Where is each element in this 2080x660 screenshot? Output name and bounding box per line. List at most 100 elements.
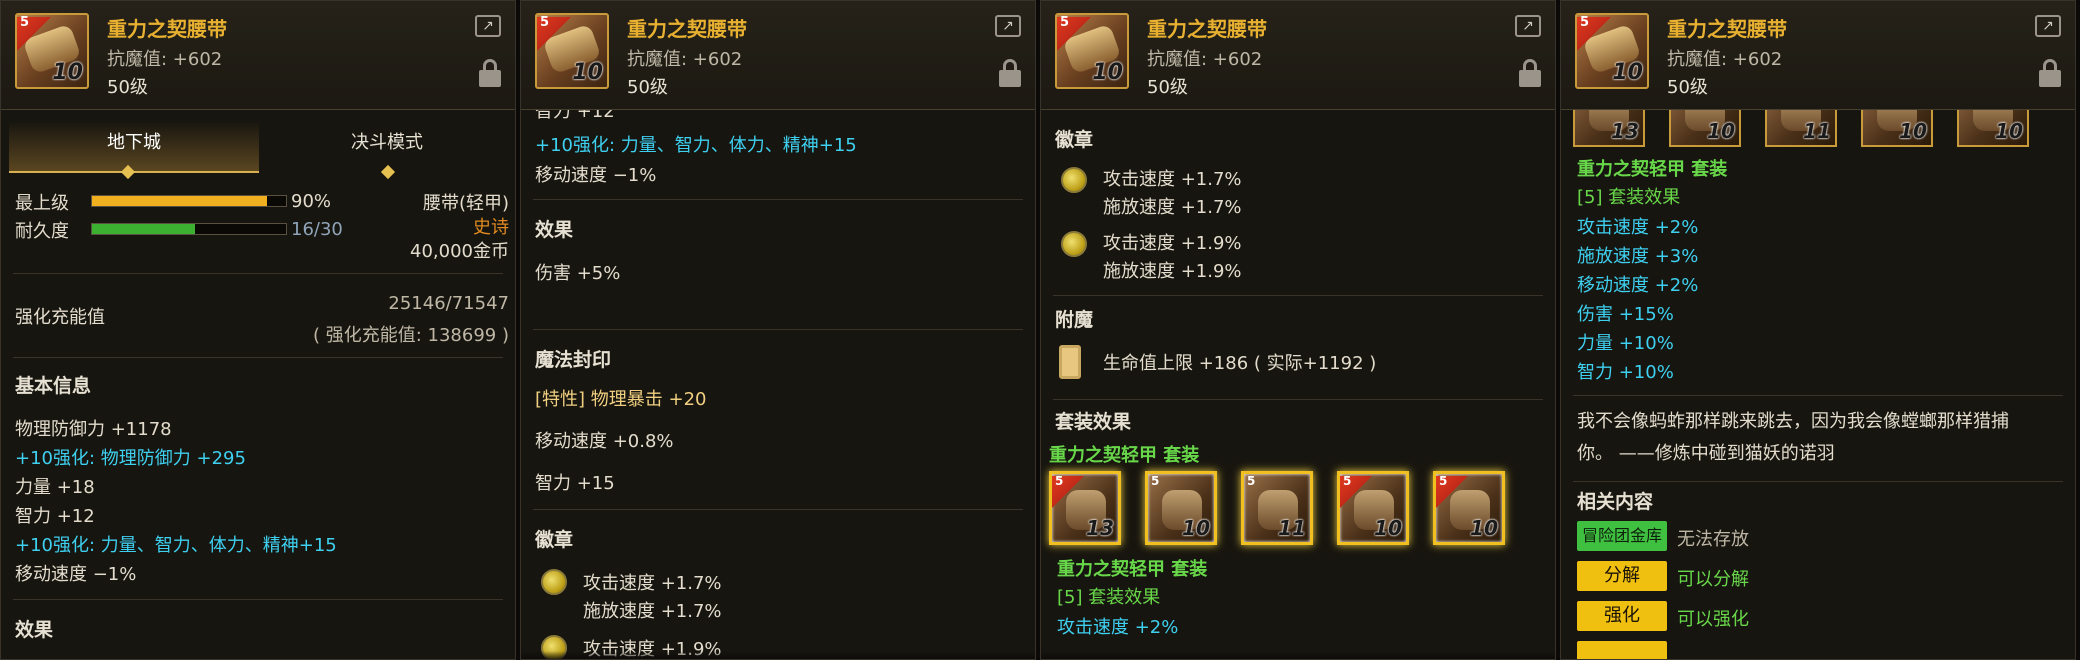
share-icon[interactable]: ↗ — [2035, 15, 2061, 37]
effect-title: 效果 — [15, 619, 54, 641]
emblem-line: 施放速度 +1.7% — [583, 601, 722, 622]
seal-line: 智力 +15 — [535, 473, 615, 494]
item-icon: 5 10 — [535, 13, 609, 89]
flavor-text: 你。 ——修炼中碰到猫妖的诺羽 — [1577, 443, 1835, 464]
emblem-line: 攻击速度 +1.9% — [1103, 233, 1242, 254]
emblem-title: 徽章 — [535, 529, 574, 551]
item-level: 50级 — [1147, 77, 1188, 98]
item-level: 50级 — [107, 77, 148, 98]
flavor-text: 我不会像蚂蚱那样跳来跳去，因为我会像螳螂那样猎捕 — [1577, 411, 2009, 432]
set-piece-icon[interactable]: 5 10 — [1145, 471, 1217, 545]
charge-value: 25146/71547 — [388, 293, 509, 314]
emblem-title: 徽章 — [1055, 129, 1094, 151]
emblem-icon — [1061, 167, 1087, 193]
adventure-vault-button[interactable]: 冒险团金库 — [1577, 521, 1667, 551]
item-type: 腰带(轻甲) — [422, 193, 509, 214]
rarity-label: 史诗 — [473, 217, 509, 238]
item-name: 重力之契腰带 — [627, 17, 747, 41]
item-header: 5 10 重力之契腰带 抗魔值: +602 50级 ↗ — [521, 1, 1035, 110]
set-piece-icon[interactable]: 10 — [1669, 109, 1741, 147]
lock-icon[interactable] — [1519, 59, 1541, 87]
basic-line: +10强化: 物理防御力 +295 — [15, 448, 246, 469]
emblem-line: 攻击速度 +1.7% — [583, 573, 722, 594]
related-desc: 可以强化 — [1677, 609, 1749, 630]
tab-duel[interactable]: 决斗模式 — [259, 123, 515, 171]
tooltip-panel-2: 5 10 重力之契腰带 抗魔值: +602 50级 ↗ 智力 +12 +10强化… — [520, 0, 1036, 660]
seal-title: 魔法封印 — [535, 349, 612, 371]
set-count: [5] 套装效果 — [1057, 587, 1161, 608]
item-level: 50级 — [1667, 77, 1708, 98]
enhance-button[interactable]: 强化 — [1577, 601, 1667, 631]
item-stat: 抗魔值: +602 — [1147, 49, 1263, 70]
basic-line: 智力 +12 — [15, 506, 95, 527]
emblem-icon — [541, 569, 567, 595]
tab-dungeon[interactable]: 地下城 — [9, 123, 259, 173]
more-button[interactable] — [1577, 641, 1667, 659]
set-line: 伤害 +15% — [1577, 304, 1674, 325]
set-line: 攻击速度 +2% — [1057, 617, 1179, 638]
related-title: 相关内容 — [1577, 491, 1654, 513]
set-name: 重力之契轻甲 套装 — [1049, 445, 1200, 466]
max-level-bar — [91, 195, 287, 207]
basic-line: 移动速度 −1% — [15, 564, 137, 585]
set-piece-icon[interactable]: 5 10 — [1337, 471, 1409, 545]
item-stat: 抗魔值: +602 — [1667, 49, 1783, 70]
set-piece-icon[interactable]: 13 — [1573, 109, 1645, 147]
lock-icon[interactable] — [999, 59, 1021, 87]
set-piece-icon[interactable]: 5 11 — [1241, 471, 1313, 545]
effect-title: 效果 — [535, 219, 574, 241]
set-piece-icon[interactable]: 5 13 — [1049, 471, 1121, 545]
tooltip-panel-1: 5 10 重力之契腰带 抗魔值: +602 50级 ↗ 地下城 决斗模式 最上级… — [0, 0, 516, 660]
set-line: 智力 +10% — [1577, 362, 1674, 383]
lock-icon[interactable] — [479, 59, 501, 87]
tooltip-panel-4: 5 10 重力之契腰带 抗魔值: +602 50级 ↗ 13 10 11 10 … — [1560, 0, 2076, 660]
related-desc: 可以分解 — [1677, 569, 1749, 590]
set-count: [5] 套装效果 — [1577, 187, 1681, 208]
set-piece-icon[interactable]: 11 — [1765, 109, 1837, 147]
tooltip-panel-3: 5 10 重力之契腰带 抗魔值: +602 50级 ↗ 徽章 攻击速度 +1.7… — [1040, 0, 1556, 660]
share-icon[interactable]: ↗ — [475, 15, 501, 37]
emblem-line: 施放速度 +1.9% — [1103, 261, 1242, 282]
emblem-line: 攻击速度 +1.7% — [1103, 169, 1242, 190]
cut-line: 智力 +12 — [535, 109, 615, 122]
basic-line: 力量 +18 — [15, 477, 95, 498]
seal-line: [特性] 物理暴击 +20 — [535, 389, 707, 410]
set-piece-icon[interactable]: 10 — [1957, 109, 2029, 147]
item-name: 重力之契腰带 — [1147, 17, 1267, 41]
durability-label: 耐久度 — [15, 221, 69, 242]
price: 40,000金币 — [410, 241, 509, 262]
seal-line: 移动速度 +0.8% — [535, 431, 674, 452]
set-line: 施放速度 +3% — [1577, 246, 1699, 267]
set-effect-title: 套装效果 — [1055, 411, 1132, 433]
charge-sub: ( 强化充能值: 138699 ) — [313, 325, 509, 346]
share-icon[interactable]: ↗ — [995, 15, 1021, 37]
effect-text: 伤害 +5% — [535, 263, 621, 284]
set-piece-icon[interactable]: 5 10 — [1433, 471, 1505, 545]
disassemble-button[interactable]: 分解 — [1577, 561, 1667, 591]
item-name: 重力之契腰带 — [1667, 17, 1787, 41]
basic-line: +10强化: 力量、智力、体力、精神+15 — [15, 535, 337, 556]
basic-line: 物理防御力 +1178 — [15, 419, 172, 440]
item-icon: 5 10 — [1055, 13, 1129, 89]
set-line: 力量 +10% — [1577, 333, 1674, 354]
durability-value: 16/30 — [291, 219, 343, 240]
item-icon: 5 10 — [15, 13, 89, 89]
enchant-card-icon — [1059, 345, 1081, 379]
item-header: 5 10 重力之契腰带 抗魔值: +602 50级 ↗ — [1, 1, 515, 110]
item-header: 5 10 重力之契腰带 抗魔值: +602 50级 ↗ — [1041, 1, 1555, 110]
item-level: 50级 — [627, 77, 668, 98]
set-name: 重力之契轻甲 套装 — [1577, 159, 1728, 180]
set-piece-icon[interactable]: 10 — [1861, 109, 1933, 147]
set-name: 重力之契轻甲 套装 — [1057, 559, 1208, 580]
emblem-icon — [1061, 231, 1087, 257]
lock-icon[interactable] — [2039, 59, 2061, 87]
max-level-label: 最上级 — [15, 193, 69, 214]
share-icon[interactable]: ↗ — [1515, 15, 1541, 37]
max-level-value: 90% — [291, 191, 332, 212]
emblem-line: 施放速度 +1.7% — [1103, 197, 1242, 218]
move-speed-line: 移动速度 −1% — [535, 165, 657, 186]
enchant-text: 生命值上限 +186 ( 实际+1192 ) — [1103, 353, 1377, 374]
set-line: 移动速度 +2% — [1577, 275, 1699, 296]
item-icon: 5 10 — [1575, 13, 1649, 89]
durability-bar — [91, 223, 287, 235]
